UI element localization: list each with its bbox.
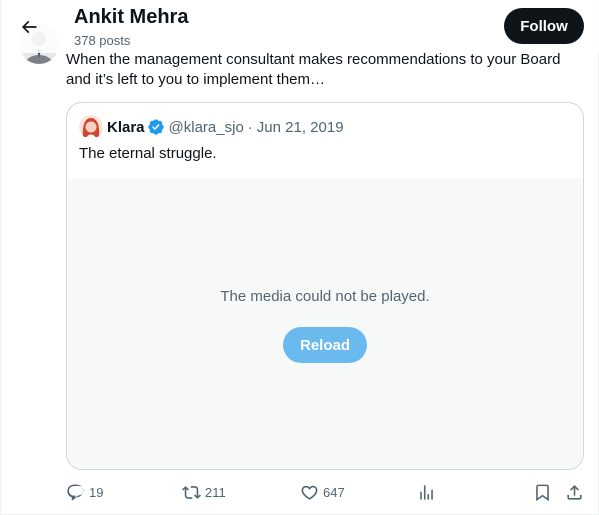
- bookmark-button[interactable]: [533, 480, 552, 504]
- media-error-message: The media could not be played.: [220, 288, 430, 305]
- repost-count: 211: [205, 484, 226, 500]
- like-count: 647: [323, 484, 345, 500]
- share-icon: [567, 484, 582, 500]
- posts-count: 378 posts: [74, 33, 131, 48]
- views-button[interactable]: [417, 480, 436, 504]
- follow-button[interactable]: Follow: [504, 8, 584, 44]
- header-title: Ankit Mehra: [74, 6, 189, 28]
- reload-button[interactable]: Reload: [283, 327, 367, 363]
- quoted-author-handle[interactable]: @klara_sjo: [169, 119, 244, 136]
- media-player: The media could not be played. Reload: [67, 179, 583, 469]
- repost-button[interactable]: 211: [182, 480, 226, 504]
- tweet-text: When the management consultant makes rec…: [66, 51, 561, 88]
- tweet-detail-frame: Ankit Mehra 378 posts Follow When the ma…: [0, 0, 599, 515]
- quoted-author-name[interactable]: Klara: [107, 119, 145, 136]
- views-icon: [420, 484, 433, 500]
- quoted-tweet-header: Klara @klara_sjo · Jun 21, 2019: [79, 115, 344, 139]
- heart-icon: [301, 485, 318, 500]
- page-header: Ankit Mehra 378 posts Follow: [1, 0, 599, 53]
- quoted-author-avatar[interactable]: [79, 115, 103, 139]
- quoted-tweet-text: The eternal struggle.: [79, 145, 217, 162]
- reply-icon: [67, 484, 84, 500]
- quoted-tweet-date[interactable]: Jun 21, 2019: [257, 119, 344, 136]
- quoted-tweet[interactable]: Klara @klara_sjo · Jun 21, 2019 The eter…: [66, 102, 584, 470]
- verified-badge-icon: [147, 119, 164, 135]
- arrow-left-icon: [21, 20, 37, 34]
- separator-dot: ·: [247, 118, 253, 136]
- bookmark-icon: [536, 484, 549, 501]
- repost-icon: [182, 485, 201, 499]
- reply-count: 19: [89, 484, 104, 500]
- back-button[interactable]: [13, 11, 45, 43]
- reply-button[interactable]: 19: [66, 480, 103, 504]
- like-button[interactable]: 647: [300, 480, 345, 504]
- tweet-actions: 19 211 647: [1, 480, 599, 504]
- share-button[interactable]: [565, 480, 584, 504]
